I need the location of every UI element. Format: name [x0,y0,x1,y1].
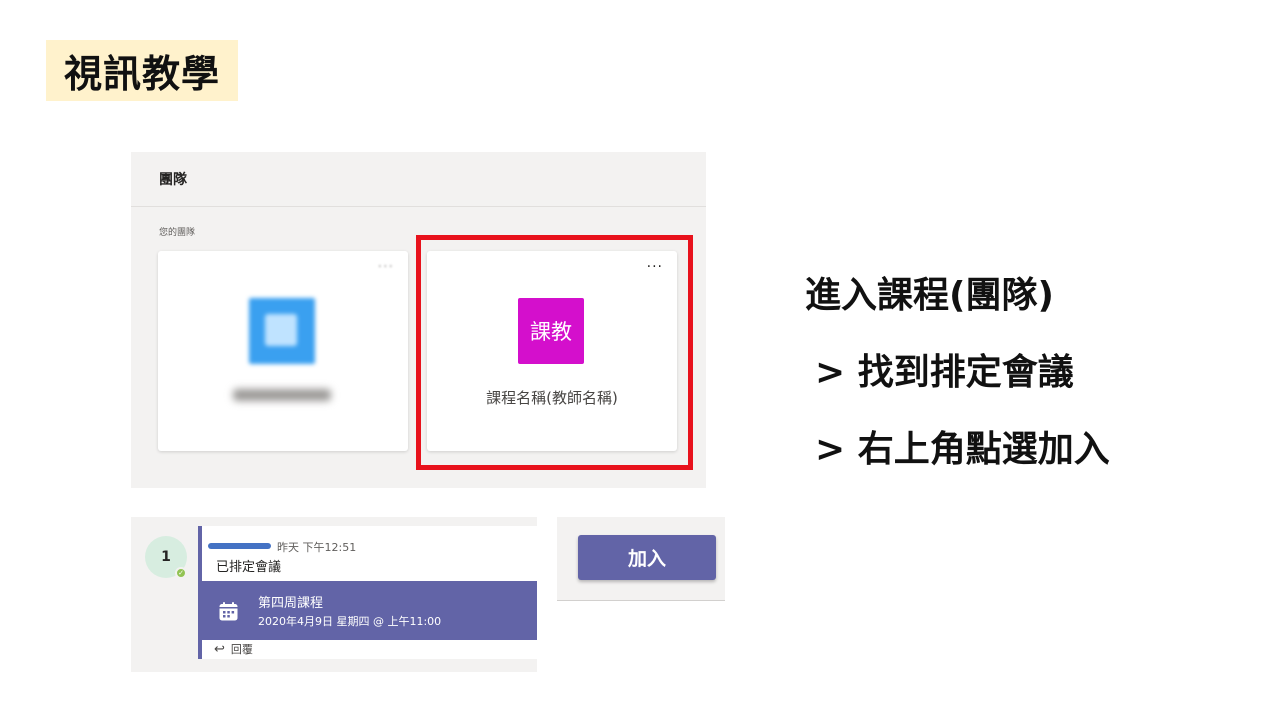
message-timestamp: 昨天 下午12:51 [277,541,357,554]
team-name-blurred [233,389,331,401]
message-card: 昨天 下午12:51 已排定會議 第四周課程 2020年4月9日 星期四 @ 上… [198,526,537,659]
chat-panel: 1 ✓ 昨天 下午12:51 已排定會議 第四周課程 2020年4月9日 星期四… [131,517,537,672]
join-area: 加入 [557,517,725,601]
sender-name-redacted [208,543,271,549]
reply-label: 回覆 [230,643,253,656]
join-button[interactable]: 加入 [578,535,716,580]
team-card-blurred[interactable]: ··· [158,251,408,451]
meeting-card[interactable]: 第四周課程 2020年4月9日 星期四 @ 上午11:00 [198,581,537,640]
meeting-datetime: 2020年4月9日 星期四 @ 上午11:00 [258,615,442,628]
instruction-step-2: > 找到排定會議 [815,352,1074,393]
status-available-icon: ✓ [175,567,187,579]
slide-title: 視訊教學 [46,40,238,101]
your-teams-label: 您的團隊 [159,228,196,238]
instruction-step-3: > 右上角點選加入 [815,429,1110,470]
message-text: 已排定會議 [216,560,282,575]
highlight-box [416,235,693,470]
reply-icon: ↩ [214,641,225,657]
team-avatar-blurred [249,298,315,364]
calendar-icon [219,602,238,621]
teams-header-title: 團隊 [159,172,187,188]
meeting-title: 第四周課程 [258,596,324,611]
reply-link[interactable]: ↩ 回覆 [214,639,534,659]
teams-header: 團隊 [131,152,706,207]
instruction-step-1: 進入課程(團隊) [805,275,1054,316]
more-options-icon[interactable]: ··· [378,259,394,275]
